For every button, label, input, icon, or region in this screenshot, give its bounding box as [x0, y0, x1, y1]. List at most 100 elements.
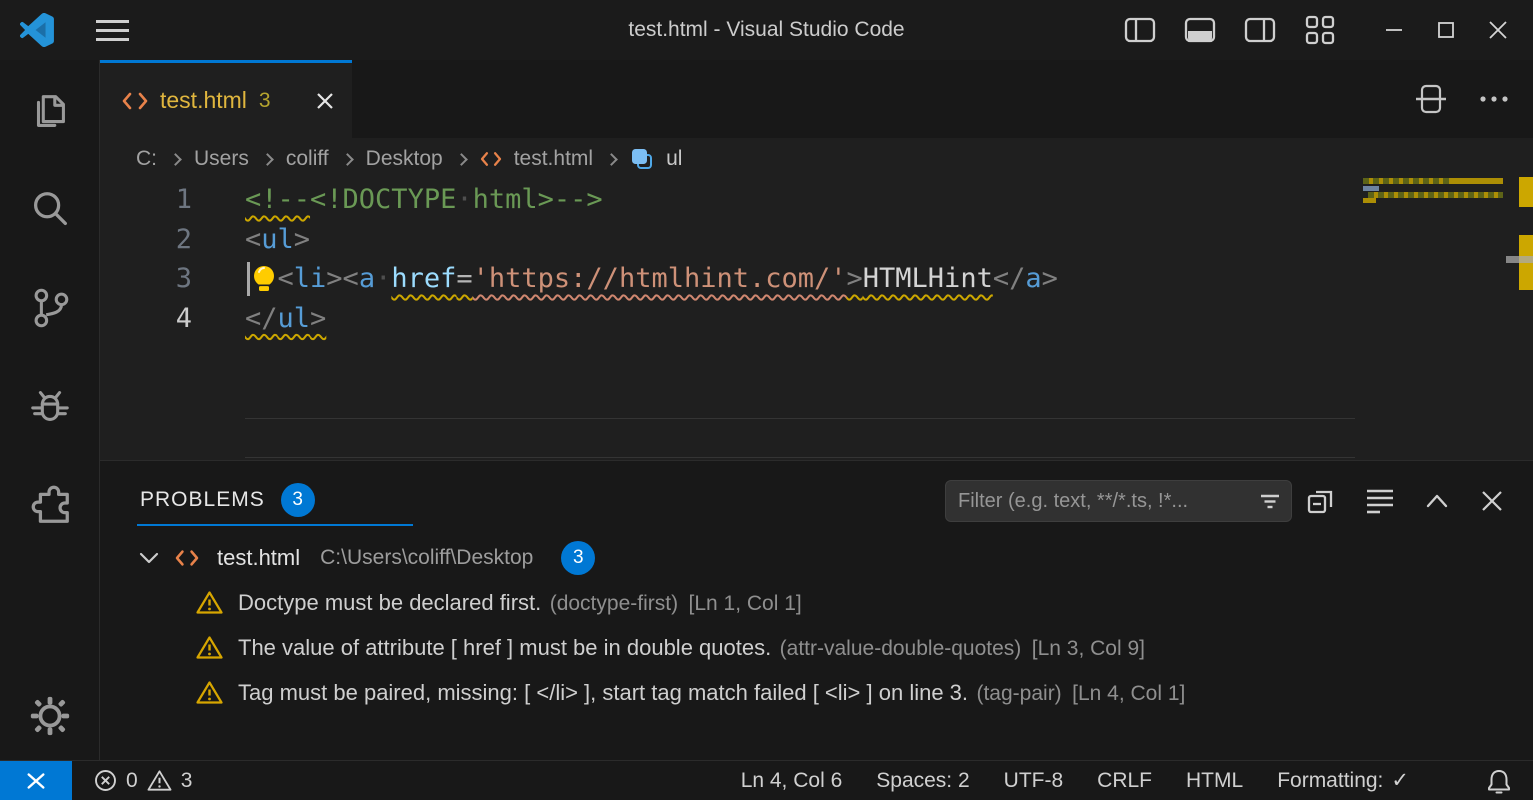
line-number: 2	[100, 220, 192, 260]
editor-tab-bar: test.html 3	[100, 60, 1533, 138]
problem-row-1[interactable]: Doctype must be declared first. (doctype…	[100, 580, 1533, 625]
problem-message: The value of attribute [ href ] must be …	[238, 635, 771, 660]
status-bar: 0 3 Ln 4, Col 6 Spaces: 2 UTF-8 CRLF HTM…	[0, 760, 1533, 800]
problems-panel: PROBLEMS 3 test.html C:\Users\coliff\Des…	[100, 460, 1533, 760]
tab-test-html[interactable]: test.html 3	[100, 60, 352, 138]
warning-count: 3	[181, 769, 193, 793]
encoding-setting[interactable]: UTF-8	[1004, 769, 1064, 793]
filter-input[interactable]	[946, 490, 1259, 513]
minimap[interactable]	[1360, 176, 1533, 466]
search-icon[interactable]	[26, 186, 74, 234]
problem-row-2[interactable]: The value of attribute [ href ] must be …	[100, 625, 1533, 670]
run-debug-icon[interactable]	[26, 382, 74, 430]
settings-gear-icon[interactable]	[26, 692, 74, 740]
maximize-button[interactable]	[1429, 13, 1463, 47]
problems-count-badge: 3	[281, 483, 315, 517]
problems-file-path: C:\Users\coliff\Desktop	[320, 546, 533, 570]
line-number: 4	[100, 299, 192, 339]
tab-problem-count: 3	[259, 89, 271, 113]
breadcrumb-separator-icon	[261, 153, 274, 166]
code-line-4: 4</ul>	[100, 299, 1533, 339]
breadcrumb-separator-icon	[169, 153, 182, 166]
activity-bar	[0, 60, 100, 760]
split-editor-icon[interactable]	[1413, 81, 1449, 117]
tab-problems[interactable]: PROBLEMS 3	[140, 483, 315, 517]
status-problems-summary[interactable]: 0 3	[94, 769, 192, 793]
warning-icon	[147, 769, 172, 792]
workbench: test.html 3 C: Users coliff Desktop test…	[100, 60, 1533, 760]
warning-icon	[196, 680, 223, 705]
breadcrumb-separator-icon	[341, 153, 354, 166]
lightbulb-icon[interactable]	[251, 264, 277, 296]
minimize-button[interactable]	[1377, 13, 1411, 47]
cursor-position[interactable]: Ln 4, Col 6	[741, 769, 843, 793]
problem-row-3[interactable]: Tag must be paired, missing: [ </li> ], …	[100, 670, 1533, 715]
breadcrumb-separator-icon	[605, 153, 618, 166]
formatting-status[interactable]: Formatting:✓	[1277, 768, 1409, 793]
toggle-panel-icon[interactable]	[1183, 15, 1217, 45]
problems-file-group[interactable]: test.html C:\Users\coliff\Desktop 3	[100, 535, 1533, 580]
maximize-panel-icon[interactable]	[1423, 490, 1451, 512]
filter-icon[interactable]	[1259, 491, 1281, 511]
problem-source: (tag-pair)	[976, 682, 1061, 705]
overview-ruler-cursor[interactable]	[1506, 256, 1533, 263]
problem-source: (doctype-first)	[550, 592, 678, 615]
panel-header: PROBLEMS 3	[100, 461, 1533, 535]
notifications-bell-icon[interactable]	[1487, 768, 1511, 794]
remote-indicator[interactable]	[0, 761, 72, 800]
vscode-logo-icon	[20, 13, 54, 47]
line-number: 1	[100, 180, 192, 220]
text-cursor	[247, 262, 250, 296]
error-icon	[94, 769, 117, 792]
customize-layout-icon[interactable]	[1303, 15, 1337, 45]
warning-icon	[196, 635, 223, 660]
breadcrumb-symbol[interactable]: ul	[666, 147, 682, 171]
whitespace-dot: ·	[456, 184, 472, 215]
tab-label: test.html	[160, 87, 247, 114]
breadcrumb-users[interactable]: Users	[194, 147, 249, 171]
tab-close-icon[interactable]	[314, 90, 336, 112]
problem-message: Doctype must be declared first.	[238, 590, 541, 615]
extensions-icon[interactable]	[26, 480, 74, 528]
more-actions-icon[interactable]	[1479, 94, 1509, 104]
close-window-button[interactable]	[1481, 13, 1515, 47]
menu-hamburger-button[interactable]	[96, 20, 129, 41]
breadcrumb: C: Users coliff Desktop test.html ul	[100, 138, 1533, 180]
breadcrumb-desktop[interactable]: Desktop	[366, 147, 443, 171]
toggle-secondary-sidebar-icon[interactable]	[1243, 15, 1277, 45]
code-line-2: 2<ul>	[100, 220, 1533, 260]
breadcrumb-coliff[interactable]: coliff	[286, 147, 329, 171]
error-count: 0	[126, 769, 138, 793]
remote-icon	[23, 768, 49, 794]
title-bar: test.html - Visual Studio Code	[0, 0, 1533, 60]
symbol-ul-icon	[630, 147, 654, 171]
line-number: 3	[100, 259, 192, 299]
source-control-icon[interactable]	[26, 284, 74, 332]
problems-filter	[945, 480, 1292, 522]
url-string: 'https://htmlhint.com/'	[473, 263, 847, 294]
close-panel-icon[interactable]	[1479, 488, 1505, 514]
indentation-setting[interactable]: Spaces: 2	[876, 769, 969, 793]
file-problems-badge: 3	[561, 541, 595, 575]
eol-setting[interactable]: CRLF	[1097, 769, 1152, 793]
problems-tab-label: PROBLEMS	[140, 488, 265, 512]
html-file-icon	[480, 150, 502, 168]
toggle-primary-sidebar-icon[interactable]	[1123, 15, 1157, 45]
code-line-3: 3 <li><a·href='https://htmlhint.com/'>HT…	[100, 259, 1533, 299]
collapse-all-icon[interactable]	[1303, 485, 1337, 517]
href-attribute: href	[391, 263, 456, 294]
view-as-table-icon[interactable]	[1365, 487, 1395, 515]
problem-source: (attr-value-double-quotes)	[780, 637, 1022, 660]
language-mode[interactable]: HTML	[1186, 769, 1243, 793]
explorer-icon[interactable]	[26, 88, 74, 136]
code-editor[interactable]: 1<!--<!DOCTYPE·html>--> 2<ul> 3 <li><a·h…	[100, 180, 1533, 460]
problems-tree: test.html C:\Users\coliff\Desktop 3 Doct…	[100, 535, 1533, 715]
problems-file-name: test.html	[217, 545, 300, 571]
problem-location: [Ln 4, Col 1]	[1072, 682, 1185, 705]
problem-location: [Ln 3, Col 9]	[1032, 637, 1145, 660]
warning-icon	[196, 590, 223, 615]
current-line-highlight	[245, 418, 1355, 458]
breadcrumb-file[interactable]: test.html	[514, 147, 593, 171]
active-tab-underline	[137, 524, 413, 526]
breadcrumb-drive[interactable]: C:	[136, 147, 157, 171]
